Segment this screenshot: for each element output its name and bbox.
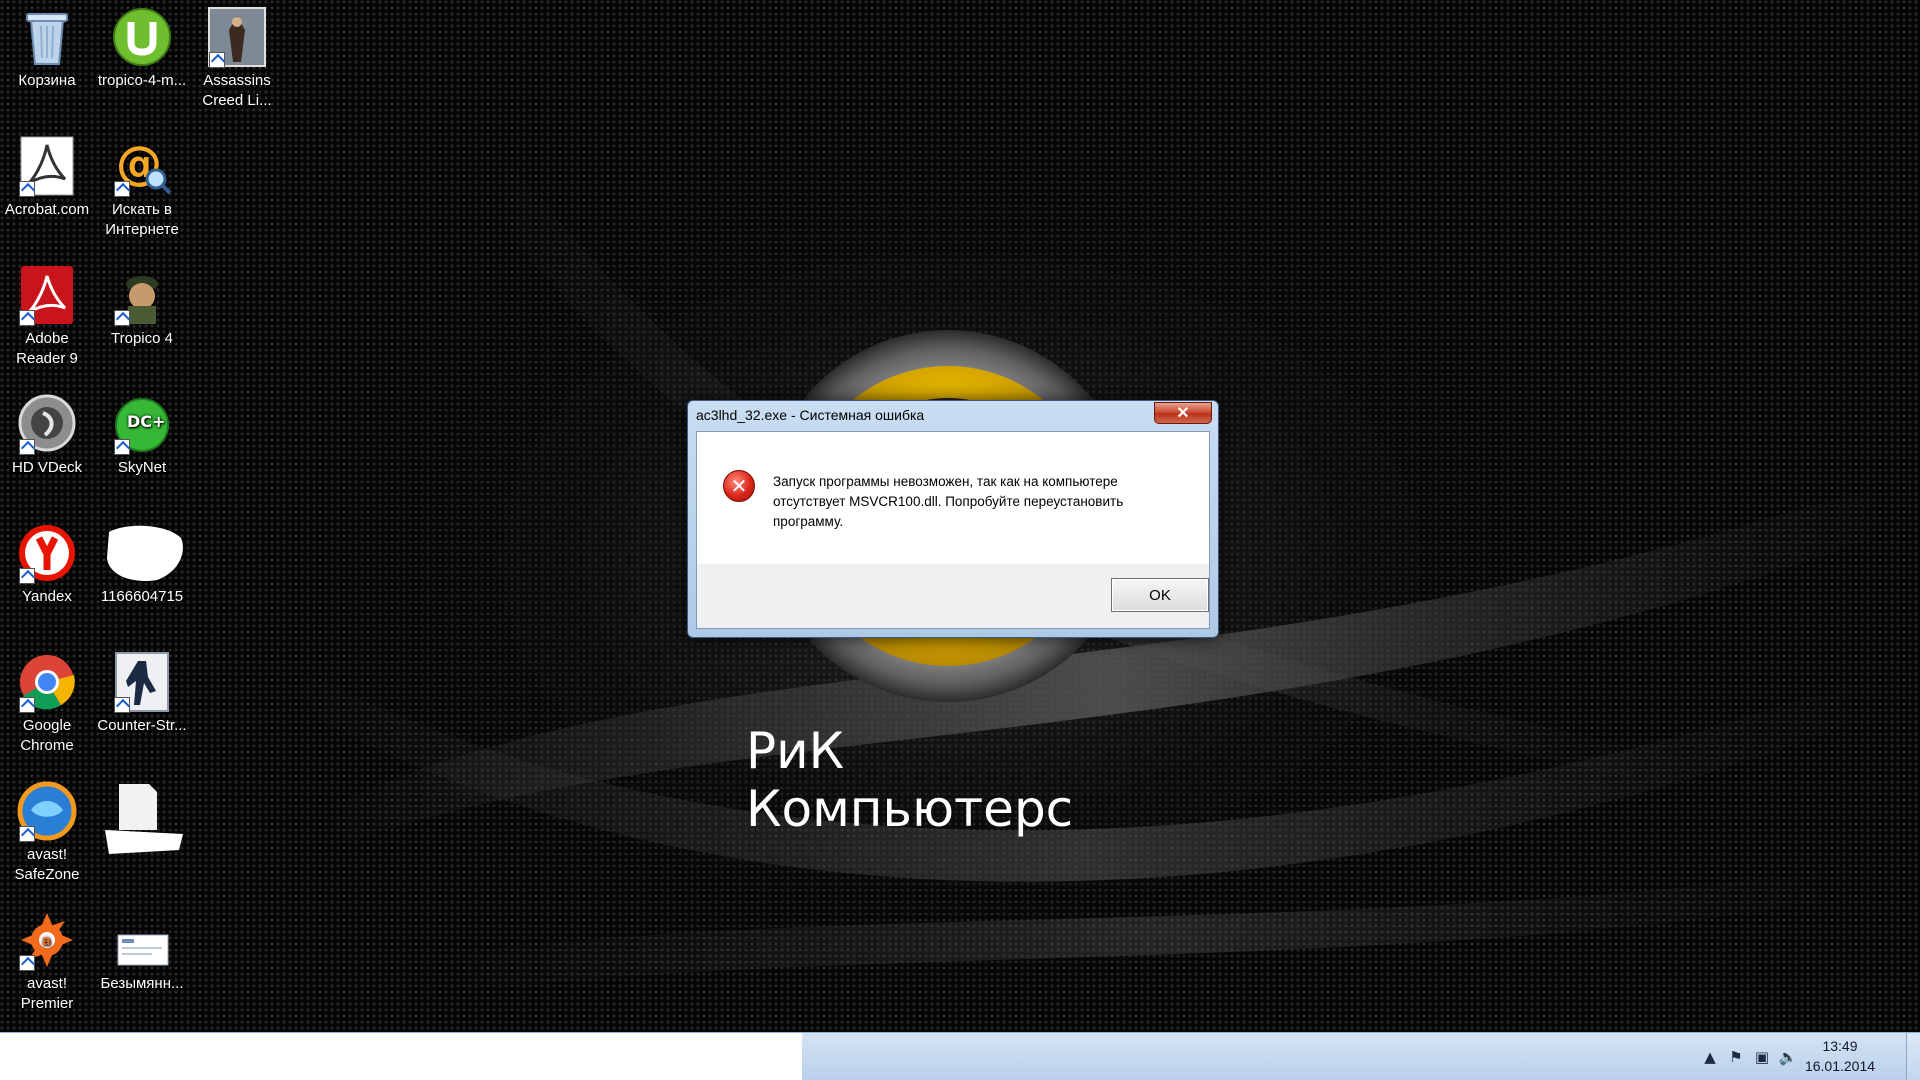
counter-strike-icon (112, 651, 172, 713)
close-icon: ✕ (1176, 404, 1190, 422)
desktop-icon-label: Counter-Str... (97, 717, 187, 734)
desktop-icon-label: 1166604715 (100, 588, 184, 605)
desktop-icon-label: Assassins Creed Li... (202, 72, 272, 109)
yandex-icon (17, 522, 77, 584)
desktop-icon-skynet[interactable]: DC+ SkyNet (95, 393, 189, 478)
desktop-icon-redacted-file[interactable] (95, 780, 189, 854)
clock-date[interactable]: 16.01.2014 (1798, 1058, 1882, 1074)
desktop-icon-search-internet[interactable]: @ Искать в Интернете (95, 135, 189, 240)
action-center-flag-icon[interactable]: ⚑ (1726, 1047, 1746, 1067)
system-tray: ▲ ⚑ ▣ 🔈 13:49 16.01.2014 (1660, 1033, 1920, 1080)
desktop-icon-yandex[interactable]: Yandex (0, 522, 94, 607)
untitled-image-icon (112, 909, 172, 971)
desktop-icon-google-chrome[interactable]: Google Chrome (0, 651, 94, 756)
desktop-icon-assassins-creed[interactable]: Assassins Creed Li... (190, 6, 284, 111)
desktop-icon-avast-premier[interactable]: a avast! Premier (0, 909, 94, 1014)
hd-vdeck-icon (17, 393, 77, 455)
tropico-icon (112, 264, 172, 326)
search-internet-icon: @ (112, 135, 172, 197)
desktop-icon-label: Безымянн... (100, 975, 184, 992)
utorrent-icon (112, 6, 172, 68)
avast-premier-icon: a (17, 909, 77, 971)
adobe-reader-icon (17, 264, 77, 326)
error-message: Запуск программы невозможен, так как на … (773, 474, 1124, 529)
desktop-icon-label: Искать в Интернете (105, 201, 179, 238)
desktop-icon-avast-safezone[interactable]: avast! SafeZone (0, 780, 94, 885)
desktop-icon-adobe-reader[interactable]: Adobe Reader 9 (0, 264, 94, 369)
error-icon: ✕ (723, 470, 755, 502)
avast-safezone-icon (17, 780, 77, 842)
swoosh-shape (400, 860, 1900, 1000)
recycle-bin-icon (17, 6, 77, 68)
desktop-icon-label: Adobe Reader 9 (16, 330, 78, 367)
desktop-icon-acrobat-com[interactable]: Acrobat.com (0, 135, 94, 220)
network-icon[interactable]: ▣ (1752, 1047, 1772, 1067)
desktop-icon-label: tropico-4-m... (97, 72, 187, 89)
brand-text: РиК Компьютерс (746, 722, 1074, 838)
assassins-creed-icon (207, 6, 267, 68)
svg-text:a: a (42, 934, 51, 949)
button-area: OK (697, 564, 1209, 628)
close-button[interactable]: ✕ (1154, 402, 1212, 424)
dialog-body: ✕ Запуск программы невозможен, так как н… (696, 431, 1210, 629)
desktop-icon-untitled[interactable]: Безымянн... (95, 909, 189, 994)
show-desktop-button[interactable] (1906, 1033, 1920, 1080)
desktop-icon-label: HD VDeck (11, 459, 82, 476)
chrome-icon (17, 651, 77, 713)
desktop-icon-tropico-4[interactable]: Tropico 4 (95, 264, 189, 349)
desktop-icon-hd-vdeck[interactable]: HD VDeck (0, 393, 94, 478)
dialog-title: ac3lhd_32.exe - Системная ошибка (696, 407, 925, 423)
show-hidden-icons-icon[interactable]: ▲ (1700, 1047, 1720, 1067)
message-area: ✕ Запуск программы невозможен, так как н… (697, 432, 1209, 564)
desktop-icon-redacted[interactable]: 1166604715 (95, 522, 189, 607)
volume-icon[interactable]: 🔈 (1778, 1047, 1798, 1067)
ok-button[interactable]: OK (1111, 578, 1209, 612)
clock-time[interactable]: 13:49 (1798, 1038, 1882, 1054)
taskbar-redacted-area (0, 1033, 802, 1080)
redacted-file-icon (97, 780, 187, 854)
desktop-icon-label: avast! SafeZone (14, 846, 80, 883)
desktop-icon-recycle-bin[interactable]: Корзина (0, 6, 94, 91)
desktop-icon-label: Yandex (22, 588, 72, 605)
acrobat-com-icon (17, 135, 77, 197)
redacted-icon (97, 522, 187, 584)
desktop-icon-label: Корзина (18, 72, 76, 89)
skynet-icon: DC+ (112, 393, 172, 455)
desktop-icon-label: Google Chrome (20, 717, 74, 754)
error-dialog[interactable]: ac3lhd_32.exe - Системная ошибка ✕ ✕ Зап… (687, 400, 1219, 638)
svg-text:DC+: DC+ (127, 412, 165, 431)
taskbar: ▲ ⚑ ▣ 🔈 13:49 16.01.2014 (0, 1032, 1920, 1080)
desktop-icon-label: SkyNet (117, 459, 167, 476)
desktop-icon-label: Tropico 4 (111, 330, 173, 347)
desktop-icon-label: avast! Premier (20, 975, 74, 1012)
desktop-icon-counter-strike[interactable]: Counter-Str... (95, 651, 189, 736)
desktop-icon-tropico-torrent[interactable]: tropico-4-m... (95, 6, 189, 91)
desktop-icon-label: Acrobat.com (4, 201, 90, 218)
